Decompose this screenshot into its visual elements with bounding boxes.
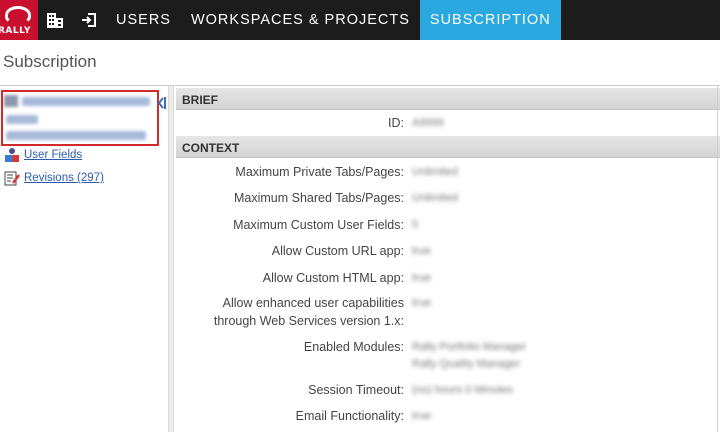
revisions-link[interactable]: Revisions (297) — [24, 172, 104, 184]
user-fields-link[interactable]: User Fields — [24, 149, 82, 161]
section-header-brief: BRIEF — [176, 88, 720, 110]
field-label-line2: through Web Services version 1.x: — [213, 314, 404, 328]
logo-mark — [5, 6, 31, 24]
page-title: Subscription — [3, 52, 97, 71]
field-value: true — [412, 410, 431, 422]
field-value-line2: Rally Quality Manager — [412, 358, 521, 370]
field-value: Rally Portfolio Manager — [412, 341, 527, 353]
tab-workspaces-projects[interactable]: WORKSPACES & PROJECTS — [181, 0, 420, 40]
sidebar-item-revisions[interactable]: Revisions (297) — [4, 170, 104, 186]
sidebar-item-user-fields[interactable]: User Fields — [4, 147, 82, 163]
top-nav-bar: RALLY USERS WORKSPACES & PROJECTS SUBSCR… — [0, 0, 720, 40]
logo-text: RALLY — [0, 26, 31, 36]
field-value: Unlimited — [412, 166, 458, 178]
sign-in-icon[interactable] — [72, 0, 106, 40]
highlight-box — [1, 90, 159, 146]
rally-logo[interactable]: RALLY — [0, 0, 38, 40]
building-icon[interactable] — [38, 0, 72, 40]
tab-subscription[interactable]: SUBSCRIPTION — [419, 0, 561, 40]
section-header-context: CONTEXT — [176, 136, 720, 158]
detail-panel: BRIEF ID: A9999 CONTEXT Maximum Private … — [176, 86, 720, 432]
field-value: true — [412, 245, 431, 257]
field-value: 5 — [412, 219, 419, 231]
field-value: true — [412, 272, 431, 284]
field-value: (no) hours 0 Minutes — [412, 384, 513, 396]
tab-users[interactable]: USERS — [106, 0, 181, 40]
field-label: Enabled Modules: — [303, 340, 404, 354]
field-label: ID: — [388, 116, 404, 130]
field-value: true — [412, 297, 431, 309]
field-label: Maximum Private Tabs/Pages: — [235, 165, 404, 179]
field-label: Maximum Custom User Fields: — [233, 218, 404, 232]
collapse-panel-icon[interactable] — [157, 96, 166, 110]
field-label: Allow Custom HTML app: — [262, 271, 404, 285]
field-label: Email Functionality: — [295, 409, 404, 423]
field-label: Allow Custom URL app: — [271, 244, 404, 258]
field-label: Session Timeout: — [308, 383, 404, 397]
revisions-icon — [4, 170, 20, 186]
field-value: Unlimited — [412, 192, 458, 204]
right-border — [717, 86, 718, 432]
left-panel: User Fields Revisions (297) — [0, 86, 168, 432]
user-fields-icon — [4, 147, 20, 163]
panel-splitter[interactable] — [168, 86, 174, 432]
field-label: Maximum Shared Tabs/Pages: — [234, 191, 404, 205]
field-value: A9999 — [412, 117, 444, 129]
field-label: Allow enhanced user capabilities — [222, 296, 404, 310]
